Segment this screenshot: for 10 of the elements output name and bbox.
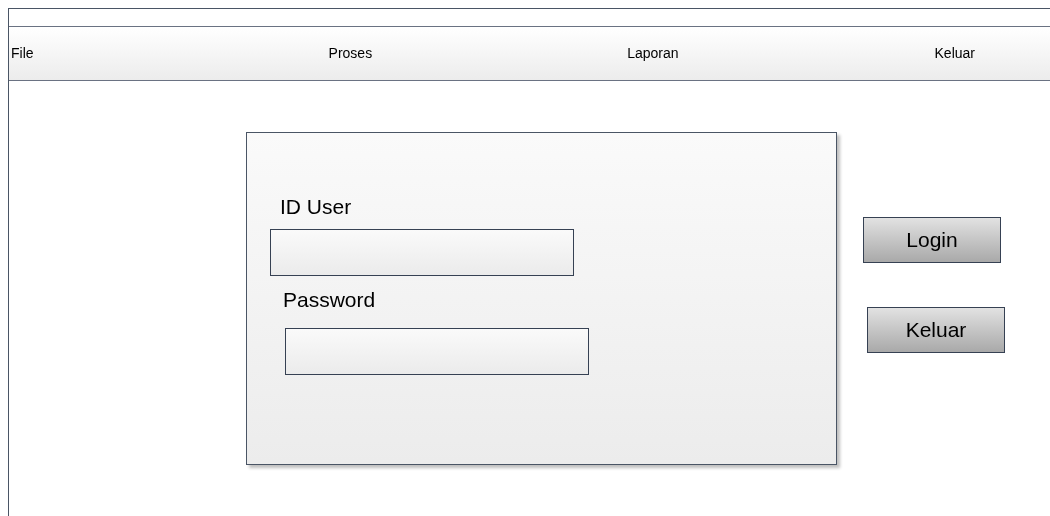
button[interactable]: Login [863,217,1001,263]
menu-item[interactable]: Proses [328,43,373,64]
input-field[interactable] [285,328,589,375]
menu-item[interactable]: File [11,43,34,64]
menu-item[interactable]: Keluar [934,43,975,64]
field-label: Password [283,287,377,313]
input-field[interactable] [270,229,574,276]
button[interactable]: Keluar [867,307,1005,353]
menu-item[interactable]: Laporan [627,43,679,64]
field-label: ID User [280,194,353,220]
